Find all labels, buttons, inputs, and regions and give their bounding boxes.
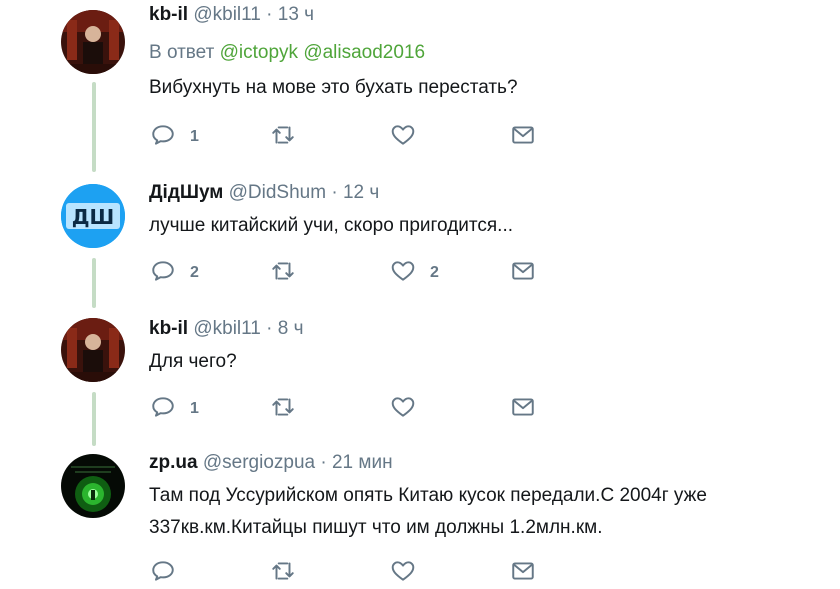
reply-context: В ответ @ictopyk @alisaod2016 bbox=[149, 42, 425, 64]
reply-prefix: В ответ bbox=[149, 42, 215, 63]
retweet-button[interactable] bbox=[270, 122, 310, 152]
display-name[interactable]: ДідШум bbox=[149, 182, 223, 203]
tweet-text: Для чего? bbox=[149, 346, 237, 378]
tweet-header: kb-il @kbil11 · 8 ч bbox=[149, 318, 304, 340]
retweet-icon bbox=[270, 258, 296, 289]
tweet-header: ДідШум @DidShum · 12 ч bbox=[149, 182, 379, 204]
reply-icon bbox=[150, 394, 176, 425]
separator-dot: · bbox=[331, 182, 338, 203]
retweet-icon bbox=[270, 558, 296, 589]
avatar-kbil[interactable] bbox=[61, 10, 125, 74]
display-name[interactable]: kb-il bbox=[149, 318, 188, 339]
thread-line bbox=[92, 82, 96, 172]
tweet-actions: 2 2 bbox=[150, 258, 590, 288]
like-icon bbox=[390, 558, 416, 589]
reply-button[interactable] bbox=[150, 558, 176, 588]
reply-icon bbox=[150, 258, 176, 289]
user-handle[interactable]: @kbil11 bbox=[193, 318, 261, 339]
thread-line bbox=[92, 258, 96, 308]
reply-button[interactable]: 1 bbox=[150, 122, 199, 152]
retweet-icon bbox=[270, 122, 296, 153]
user-handle[interactable]: @DidShum bbox=[229, 182, 326, 203]
tweet-text-line: 337кв.км.Китайцы пишут что им должны 1.2… bbox=[149, 517, 603, 538]
like-icon bbox=[390, 394, 416, 425]
thread-line bbox=[92, 392, 96, 446]
timestamp[interactable]: 21 мин bbox=[332, 452, 393, 473]
tweet-text-line: Для чего? bbox=[149, 351, 237, 372]
like-button[interactable]: 2 bbox=[390, 258, 439, 288]
avatar-kbil[interactable] bbox=[61, 318, 125, 382]
like-icon bbox=[390, 258, 416, 289]
reply-icon bbox=[150, 558, 176, 589]
retweet-button[interactable] bbox=[270, 394, 310, 424]
like-count: 2 bbox=[430, 264, 439, 281]
tweet-text: лучше китайский учи, скоро пригодится... bbox=[149, 210, 513, 242]
retweet-button[interactable] bbox=[270, 558, 296, 588]
like-button[interactable] bbox=[390, 122, 430, 152]
message-icon bbox=[510, 122, 536, 153]
separator-dot: · bbox=[266, 318, 273, 339]
separator-dot: · bbox=[320, 452, 327, 473]
timestamp[interactable]: 12 ч bbox=[343, 182, 379, 203]
direct-message-button[interactable] bbox=[510, 558, 536, 588]
timestamp[interactable]: 8 ч bbox=[278, 318, 304, 339]
message-icon bbox=[510, 394, 536, 425]
direct-message-button[interactable] bbox=[510, 258, 536, 288]
reply-count: 2 bbox=[190, 264, 199, 281]
direct-message-button[interactable] bbox=[510, 122, 536, 152]
tweet-text-line: Там под Уссурийском опять Китаю кусок пе… bbox=[149, 485, 707, 506]
separator-dot: · bbox=[266, 4, 273, 25]
tweet-actions bbox=[150, 558, 590, 588]
message-icon bbox=[510, 258, 536, 289]
tweet-text-line: Вибухнуть на мове это бухать перестать? bbox=[149, 77, 518, 98]
reply-button[interactable]: 1 bbox=[150, 394, 199, 424]
mention-link[interactable]: @ictopyk bbox=[220, 42, 298, 63]
user-handle[interactable]: @kbil11 bbox=[193, 4, 261, 25]
retweet-button[interactable] bbox=[270, 258, 310, 288]
display-name[interactable]: zp.ua bbox=[149, 452, 198, 473]
tweet-actions: 1 bbox=[150, 394, 590, 424]
like-icon bbox=[390, 122, 416, 153]
reply-count: 1 bbox=[190, 400, 199, 417]
user-handle[interactable]: @sergiozpua bbox=[203, 452, 315, 473]
like-button[interactable] bbox=[390, 558, 416, 588]
tweet-text-line: лучше китайский учи, скоро пригодится... bbox=[149, 215, 514, 236]
direct-message-button[interactable] bbox=[510, 394, 536, 424]
tweet-text: Там под Уссурийском опять Китаю кусок пе… bbox=[149, 480, 707, 544]
avatar-text: ДШ bbox=[72, 205, 115, 229]
retweet-icon bbox=[270, 394, 296, 425]
reply-icon bbox=[150, 122, 176, 153]
avatar-didshum[interactable]: ДШ bbox=[61, 184, 125, 248]
timestamp[interactable]: 13 ч bbox=[278, 4, 314, 25]
tweet-header: kb-il @kbil11 · 13 ч bbox=[149, 4, 314, 26]
tweet-header: zp.ua @sergiozpua · 21 мин bbox=[149, 452, 393, 474]
avatar-zpua[interactable] bbox=[61, 454, 125, 518]
reply-button[interactable]: 2 bbox=[150, 258, 199, 288]
message-icon bbox=[510, 558, 536, 589]
like-button[interactable] bbox=[390, 394, 430, 424]
mention-link[interactable]: @alisaod2016 bbox=[303, 42, 425, 63]
tweet-text: Вибухнуть на мове это бухать перестать? bbox=[149, 72, 518, 104]
display-name[interactable]: kb-il bbox=[149, 4, 188, 25]
tweet-actions: 1 bbox=[150, 122, 590, 152]
reply-count: 1 bbox=[190, 128, 199, 145]
